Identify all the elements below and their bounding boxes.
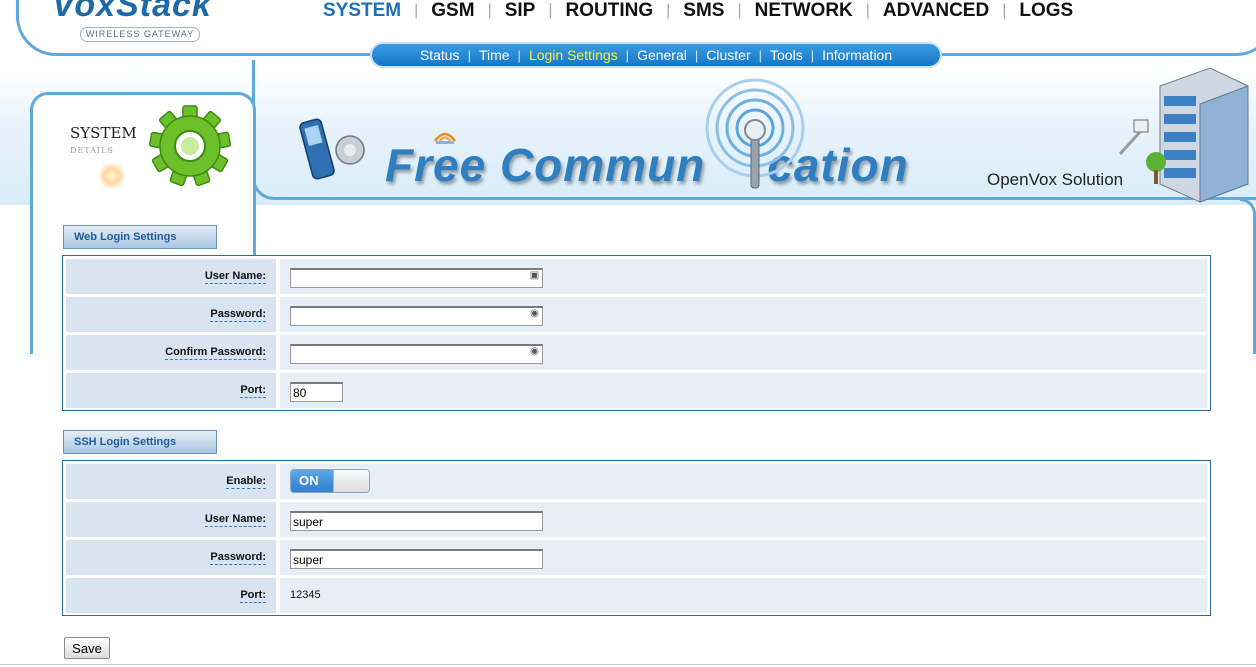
- brand-subtitle: WIRELESS GATEWAY: [80, 27, 200, 42]
- ssh-port-row: Port: 12345: [66, 578, 1207, 613]
- section-title: SYSTEM: [70, 124, 137, 142]
- ssh-enable-row: Enable: ON: [66, 464, 1207, 499]
- toggle-knob: [333, 470, 369, 492]
- mobile-phone-icon: [299, 118, 365, 180]
- web-port-label: Port:: [240, 384, 266, 398]
- nav-network[interactable]: NETWORK: [742, 0, 866, 22]
- banner-tagline: Free Commun cation: [385, 138, 909, 192]
- web-port-input[interactable]: [290, 382, 343, 402]
- ssh-login-heading: SSH Login Settings: [63, 430, 217, 454]
- web-login-heading: Web Login Settings: [63, 225, 217, 249]
- antenna-icon: [705, 78, 805, 189]
- web-username-label: User Name:: [204, 270, 266, 284]
- nav-sms[interactable]: SMS: [670, 0, 737, 22]
- ssh-enable-toggle[interactable]: ON: [290, 469, 370, 493]
- nav-sip[interactable]: SIP: [492, 0, 549, 22]
- ssh-username-input[interactable]: [290, 511, 543, 531]
- ssh-enable-label: Enable:: [226, 475, 266, 489]
- web-confirm-label: Confirm Password:: [165, 346, 266, 360]
- vendor-label: OpenVox Solution: [987, 170, 1124, 189]
- content-frame-right: [1240, 198, 1256, 354]
- web-username-row: User Name: ▣: [66, 259, 1207, 294]
- building-icon: [1118, 67, 1249, 203]
- tagline-part-1: Free Commun: [385, 139, 706, 191]
- nav-gsm[interactable]: GSM: [418, 0, 487, 22]
- key-icon: ◉: [530, 308, 539, 319]
- nav-system[interactable]: SYSTEM: [310, 0, 414, 22]
- ssh-username-label: User Name:: [204, 513, 266, 527]
- save-button[interactable]: Save: [64, 637, 110, 659]
- nav-advanced[interactable]: ADVANCED: [870, 0, 1002, 22]
- nav-routing[interactable]: ROUTING: [553, 0, 667, 22]
- brand-logo: VoxStack: [52, 0, 212, 24]
- web-username-input[interactable]: [290, 268, 543, 288]
- glow-decoration: [98, 162, 126, 190]
- ssh-port-value: 12345: [290, 589, 321, 601]
- web-confirm-password-input[interactable]: [290, 344, 543, 364]
- web-password-row: Password: ◉: [66, 297, 1207, 332]
- page-divider: [0, 664, 1256, 665]
- key-icon: ◉: [530, 346, 539, 357]
- main-nav: SYSTEM | GSM | SIP | ROUTING | SMS | NET…: [310, 0, 1086, 22]
- ssh-port-label: Port:: [240, 589, 266, 603]
- toggle-on-label: ON: [291, 470, 333, 492]
- contact-card-icon: ▣: [529, 270, 540, 281]
- section-subtitle: DETAILS: [70, 146, 114, 155]
- gear-icon: [148, 105, 232, 187]
- nav-logs[interactable]: LOGS: [1006, 0, 1086, 22]
- web-port-row: Port:: [66, 373, 1207, 408]
- web-login-table: User Name: ▣ Password: ◉ Confirm Passwor…: [62, 255, 1211, 411]
- web-password-label: Password:: [210, 308, 266, 322]
- ssh-username-row: User Name:: [66, 502, 1207, 537]
- ssh-password-row: Password:: [66, 540, 1207, 575]
- ssh-login-table: Enable: ON User Name: Password: Port: 12…: [62, 460, 1211, 616]
- ssh-password-input[interactable]: [290, 549, 543, 569]
- ssh-password-label: Password:: [210, 551, 266, 565]
- web-password-input[interactable]: [290, 306, 543, 326]
- web-confirm-row: Confirm Password: ◉: [66, 335, 1207, 370]
